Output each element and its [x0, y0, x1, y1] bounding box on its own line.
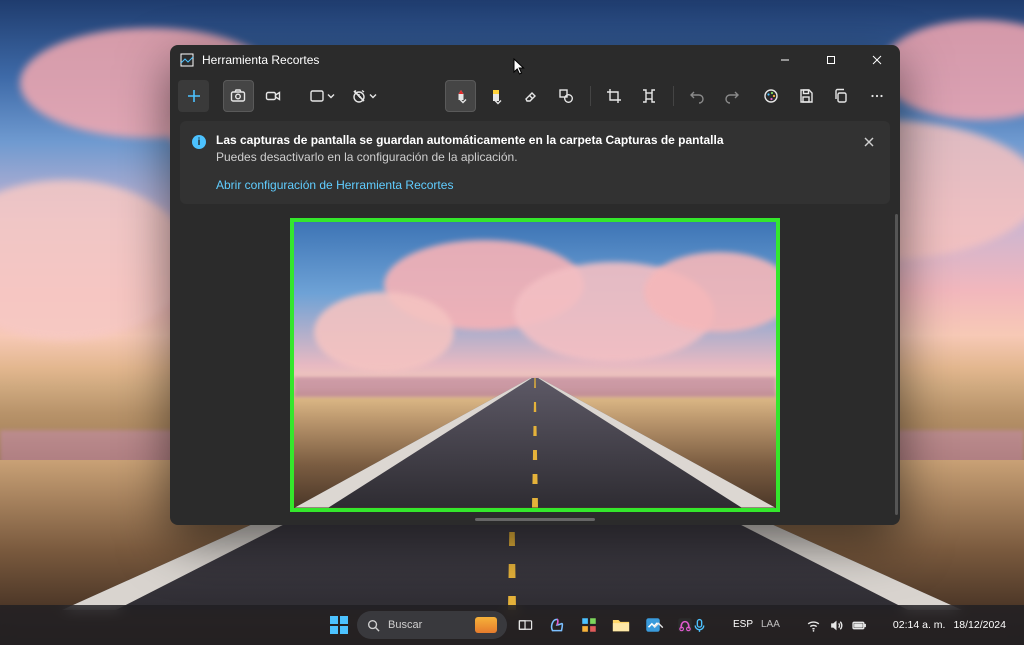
toolbar-separator: [673, 86, 674, 106]
info-subtitle: Puedes desactivarlo en la configuración …: [216, 150, 876, 164]
undo-button[interactable]: [682, 80, 713, 112]
task-view-button[interactable]: [511, 611, 539, 639]
wallpaper-cloud: [880, 20, 1024, 120]
pen-tool-button[interactable]: [445, 80, 476, 112]
volume-icon: [829, 618, 844, 633]
new-snip-button[interactable]: [178, 80, 209, 112]
titlebar[interactable]: Herramienta Recortes: [170, 45, 900, 75]
taskbar-app-widgets[interactable]: [575, 611, 603, 639]
close-button[interactable]: [854, 45, 900, 75]
screenshot-mode-button[interactable]: [223, 80, 254, 112]
edit-in-paint-button[interactable]: [756, 80, 787, 112]
highlighter-tool-button[interactable]: [480, 80, 511, 112]
save-button[interactable]: [791, 80, 822, 112]
wifi-icon: [806, 618, 821, 633]
language-bottom: LAA: [761, 620, 780, 630]
search-highlight-icon: [475, 617, 497, 633]
canvas-area[interactable]: [170, 204, 900, 525]
record-mode-button[interactable]: [258, 80, 289, 112]
info-icon: i: [192, 135, 206, 149]
info-close-button[interactable]: [858, 131, 880, 153]
search-icon: [367, 619, 380, 632]
tray-microphone-button[interactable]: [684, 615, 715, 636]
eraser-tool-button[interactable]: [515, 80, 546, 112]
scrollbar[interactable]: [895, 214, 898, 515]
snip-shape-dropdown[interactable]: [302, 80, 340, 112]
minimize-button[interactable]: [762, 45, 808, 75]
language-indicator[interactable]: ESP LAA: [725, 617, 788, 633]
wallpaper-cloud: [0, 180, 190, 340]
toolbar: [170, 75, 900, 117]
clock-button[interactable]: 02:14 a. m. 18/12/2024: [885, 616, 1014, 634]
taskbar-search[interactable]: Buscar: [357, 611, 507, 639]
resize-handle[interactable]: [475, 518, 595, 521]
copy-button[interactable]: [826, 80, 857, 112]
clock-time: 02:14 a. m.: [893, 619, 946, 631]
clock-date: 18/12/2024: [953, 619, 1006, 631]
snip-selection-border[interactable]: [290, 218, 780, 512]
info-title: Las capturas de pantalla se guardan auto…: [216, 133, 876, 147]
snip-delay-dropdown[interactable]: [345, 80, 383, 112]
app-icon: [180, 53, 194, 67]
crop-tool-button[interactable]: [599, 80, 630, 112]
copilot-button[interactable]: [543, 611, 571, 639]
open-settings-link[interactable]: Abrir configuración de Herramienta Recor…: [216, 178, 453, 192]
captured-screenshot[interactable]: [294, 222, 776, 508]
tray-overflow-button[interactable]: [643, 615, 674, 636]
info-bar: i Las capturas de pantalla se guardan au…: [180, 121, 890, 204]
quick-settings-button[interactable]: [798, 615, 875, 636]
file-explorer-button[interactable]: [607, 611, 635, 639]
search-placeholder: Buscar: [388, 619, 422, 631]
battery-icon: [852, 618, 867, 633]
toolbar-separator: [590, 86, 591, 106]
maximize-button[interactable]: [808, 45, 854, 75]
desktop-wallpaper: Herramienta Recortes: [0, 0, 1024, 645]
start-button[interactable]: [325, 611, 353, 639]
language-top: ESP: [733, 620, 753, 630]
shapes-tool-button[interactable]: [551, 80, 582, 112]
system-tray: ESP LAA 02:14 a. m. 18/12/2024: [643, 605, 1018, 645]
snipping-tool-window: Herramienta Recortes: [170, 45, 900, 525]
more-button[interactable]: [861, 80, 892, 112]
window-title: Herramienta Recortes: [202, 53, 319, 67]
cursor-icon: [513, 58, 525, 76]
taskbar: Buscar: [0, 605, 1024, 645]
redo-button[interactable]: [717, 80, 748, 112]
text-actions-button[interactable]: [634, 80, 665, 112]
